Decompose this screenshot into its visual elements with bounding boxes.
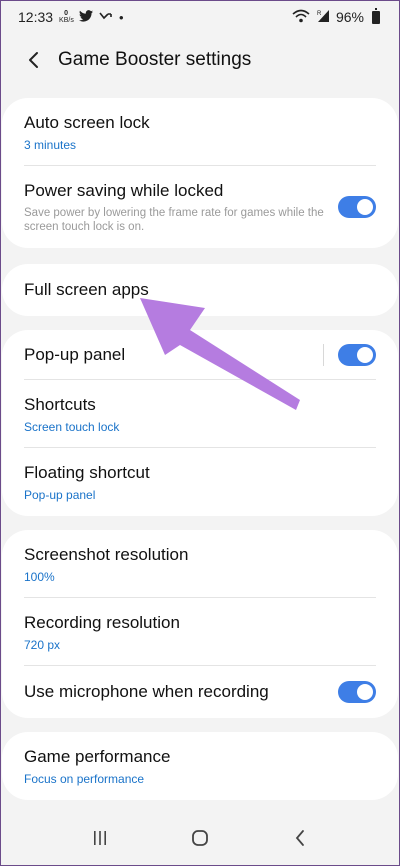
full-screen-apps-row[interactable]: Full screen apps [2, 264, 398, 316]
auto-screen-lock-row[interactable]: Auto screen lock 3 minutes [2, 98, 398, 166]
power-saving-toggle[interactable] [338, 196, 376, 218]
popup-panel-row[interactable]: Pop-up panel [2, 330, 398, 380]
screenshot-resolution-row[interactable]: Screenshot resolution 100% [2, 530, 398, 598]
home-button[interactable] [185, 823, 215, 853]
svg-text:R: R [317, 11, 322, 17]
power-saving-description: Save power by lowering the frame rate fo… [24, 206, 324, 233]
auto-screen-lock-value: 3 minutes [24, 137, 77, 152]
popup-panel-toggle[interactable] [338, 344, 376, 366]
power-saving-title: Power saving while locked [24, 180, 224, 200]
status-left: 12:33 0 KB/s • [18, 9, 124, 25]
card-full-screen: Full screen apps [2, 264, 398, 316]
clock: 12:33 [18, 9, 54, 25]
chevron-left-icon [29, 52, 38, 68]
twitter-icon [79, 9, 94, 25]
popup-panel-title: Pop-up panel [24, 345, 126, 364]
use-microphone-row[interactable]: Use microphone when recording [2, 666, 398, 718]
recent-apps-icon [94, 831, 106, 845]
network-speed-unit: KB/s [59, 17, 74, 24]
card-lock-settings: Auto screen lock 3 minutes Power saving … [2, 98, 398, 248]
navigation-bar [0, 810, 400, 866]
game-performance-title: Game performance [24, 746, 171, 766]
recording-resolution-value: 720 px [24, 637, 61, 652]
network-speed: 0 KB/s [59, 10, 74, 24]
shortcuts-value: Screen touch lock [24, 419, 120, 434]
recent-apps-button[interactable] [85, 823, 115, 853]
recording-resolution-title: Recording resolution [24, 612, 180, 632]
status-right: R 96% [292, 8, 380, 26]
screenshot-resolution-title: Screenshot resolution [24, 544, 189, 564]
battery-icon [372, 8, 380, 24]
use-microphone-title: Use microphone when recording [24, 682, 269, 701]
notification-dot: • [119, 9, 124, 25]
card-capture-settings: Screenshot resolution 100% Recording res… [2, 530, 398, 718]
network-speed-value: 0 [64, 10, 68, 17]
shortcuts-row[interactable]: Shortcuts Screen touch lock [2, 380, 398, 448]
game-performance-row[interactable]: Game performance Focus on performance [2, 732, 398, 800]
page-title: Game Booster settings [58, 49, 252, 70]
shortcuts-title: Shortcuts [24, 394, 96, 414]
card-performance: Game performance Focus on performance [2, 732, 398, 800]
card-panel-settings: Pop-up panel Shortcuts Screen touch lock… [2, 330, 398, 516]
app-header: Game Booster settings [0, 38, 400, 82]
auto-screen-lock-title: Auto screen lock [24, 112, 150, 132]
home-icon [192, 830, 208, 846]
vertical-separator [323, 344, 324, 366]
recording-resolution-row[interactable]: Recording resolution 720 px [2, 598, 398, 666]
back-nav-button[interactable] [285, 823, 315, 853]
use-microphone-toggle[interactable] [338, 681, 376, 703]
battery-percent: 96% [335, 9, 364, 25]
back-button[interactable] [22, 49, 44, 71]
screenshot-resolution-value: 100% [24, 569, 55, 584]
missed-call-icon [99, 9, 113, 25]
wifi-icon [292, 9, 310, 26]
full-screen-apps-title: Full screen apps [24, 280, 149, 299]
floating-shortcut-title: Floating shortcut [24, 462, 150, 482]
status-bar: 12:33 0 KB/s • R 96% [0, 0, 400, 34]
floating-shortcut-row[interactable]: Floating shortcut Pop-up panel [2, 448, 398, 516]
back-chevron-icon [295, 830, 304, 846]
power-saving-row[interactable]: Power saving while locked Save power by … [2, 166, 398, 248]
floating-shortcut-value: Pop-up panel [24, 487, 96, 502]
signal-icon: R [316, 9, 330, 26]
game-performance-value: Focus on performance [24, 771, 145, 786]
